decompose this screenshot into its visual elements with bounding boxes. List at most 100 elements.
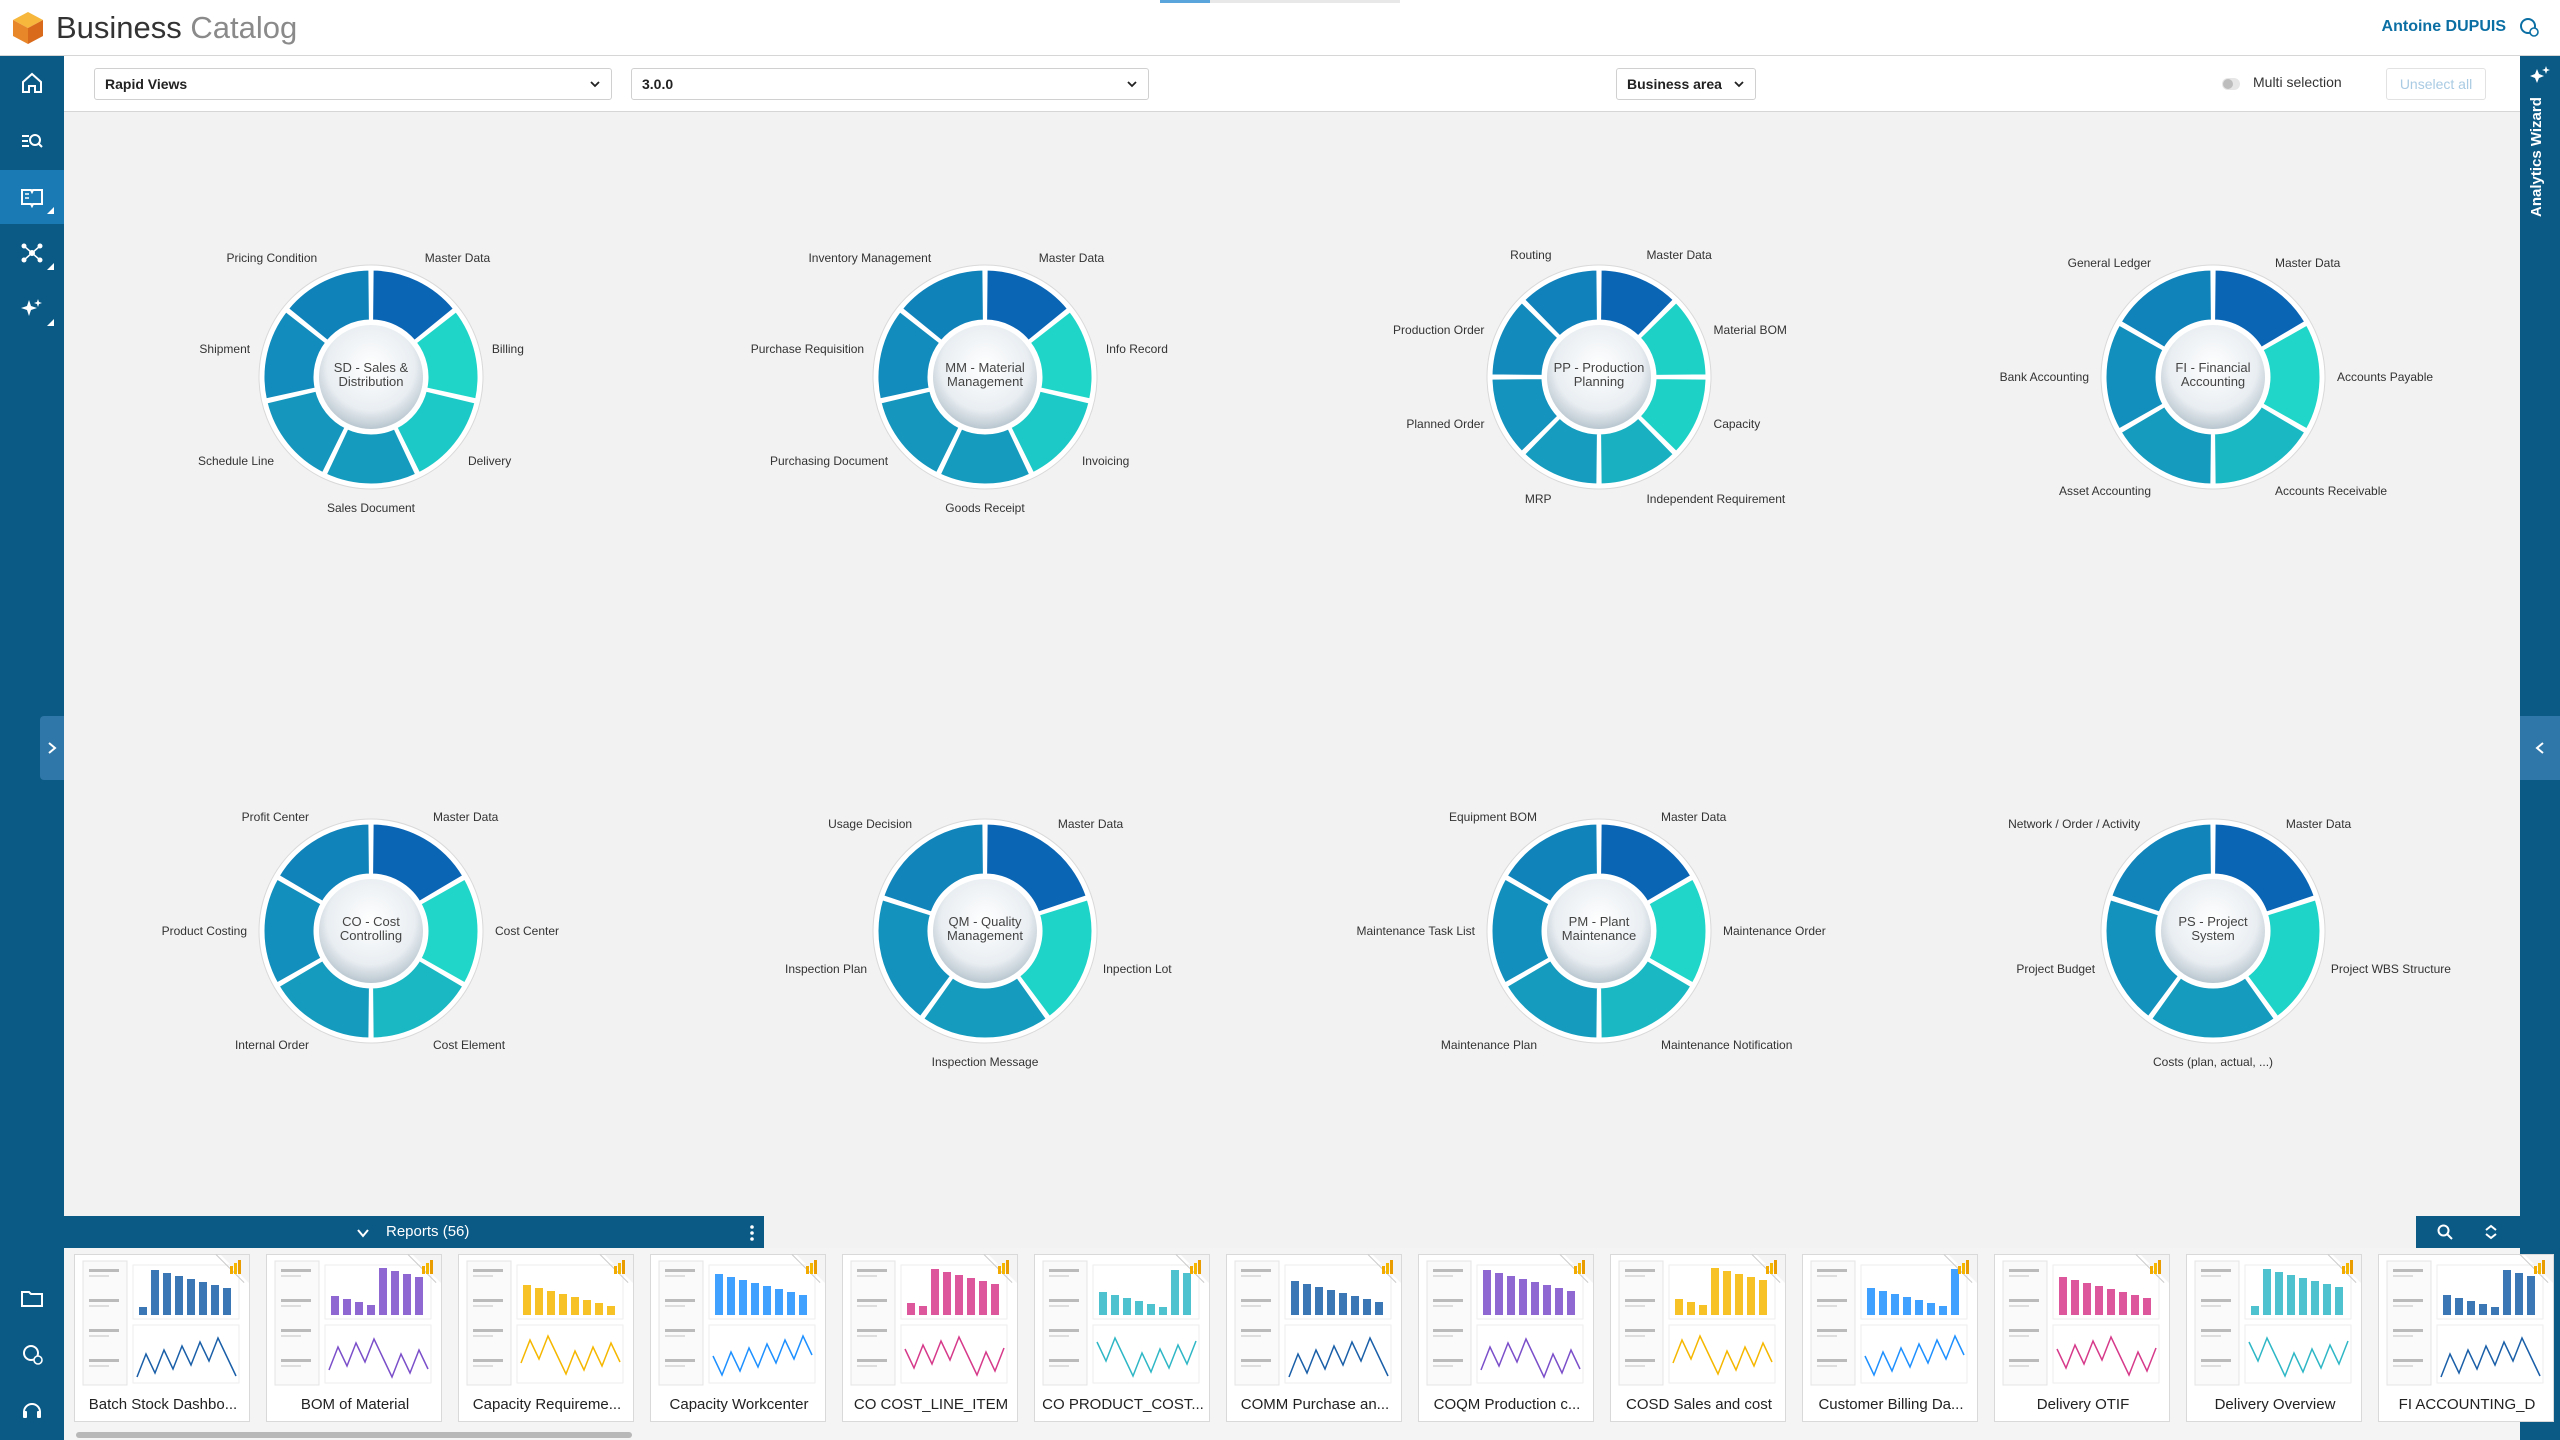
- wheel-segment-label[interactable]: Shipment: [199, 342, 250, 356]
- wheel-segment-label[interactable]: Accounts Payable: [2337, 370, 2433, 384]
- report-name: CO PRODUCT_COST...: [1042, 1396, 1204, 1413]
- report-card[interactable]: FI ACCOUNTING_D: [2378, 1254, 2554, 1422]
- unselect-all-button[interactable]: Unselect all: [2386, 68, 2486, 100]
- sparkle-icon: [21, 299, 42, 316]
- wheel-segment-label[interactable]: Purchase Requisition: [751, 342, 864, 356]
- report-name: COSD Sales and cost: [1626, 1396, 1772, 1413]
- business-area-select[interactable]: Business area: [1616, 68, 1756, 100]
- search-catalog-button[interactable]: [0, 114, 64, 168]
- wheel-segment-label[interactable]: Maintenance Task List: [1356, 924, 1475, 938]
- multi-selection-label: Multi selection: [2253, 74, 2342, 90]
- wheel-segment-label[interactable]: Goods Receipt: [945, 501, 1024, 515]
- report-card[interactable]: Batch Stock Dashbo...: [74, 1254, 250, 1422]
- more-vertical-icon[interactable]: [744, 1224, 760, 1242]
- wheel-center-label: PS - Project System: [2178, 914, 2248, 943]
- wheel-segment-label[interactable]: Info Record: [1106, 342, 1168, 356]
- wheel-center-label: SD - Sales & Distribution: [333, 360, 409, 389]
- wheel-center-label: PM - Plant Maintenance: [1561, 914, 1637, 943]
- report-type-icon: [230, 1260, 241, 1274]
- version-select-value: 3.0.0: [642, 76, 674, 92]
- view-select[interactable]: Rapid Views: [94, 68, 612, 100]
- report-card[interactable]: COQM Production c...: [1418, 1254, 1594, 1422]
- report-card[interactable]: CO PRODUCT_COST...: [1034, 1254, 1210, 1422]
- cube-logo-icon: [13, 12, 43, 44]
- chevron-down-icon: [1734, 81, 1744, 88]
- wheel-center-label: QM - Quality Management: [947, 914, 1023, 943]
- report-name: BOM of Material: [300, 1396, 410, 1413]
- home-button[interactable]: [0, 56, 64, 110]
- multi-selection-toggle[interactable]: [2222, 78, 2240, 90]
- report-name: Customer Billing Da...: [1818, 1396, 1964, 1413]
- wheel-segment-label[interactable]: Planned Order: [1406, 417, 1484, 431]
- wheel-segment-label[interactable]: Sales Document: [327, 501, 415, 515]
- business-catalog-button[interactable]: [0, 170, 64, 224]
- expand-left-panel-button[interactable]: [40, 716, 64, 780]
- expand-collapse-icon[interactable]: [2482, 1223, 2500, 1241]
- user-settings-icon[interactable]: [2518, 16, 2540, 38]
- report-name: Batch Stock Dashbo...: [88, 1396, 238, 1413]
- wheel-center-label: FI - Financial Accounting: [2175, 360, 2251, 389]
- report-card[interactable]: Capacity Requireme...: [458, 1254, 634, 1422]
- report-card[interactable]: COMM Purchase an...: [1226, 1254, 1402, 1422]
- analytics-wizard-tab[interactable]: Analytics Wizard: [2528, 92, 2552, 222]
- report-card[interactable]: Delivery OTIF: [1994, 1254, 2170, 1422]
- wheel-segment-label[interactable]: Project Budget: [2016, 962, 2095, 976]
- network-button[interactable]: [0, 226, 64, 280]
- report-card[interactable]: Delivery Overview: [2186, 1254, 2362, 1422]
- folder-button[interactable]: [0, 1270, 64, 1326]
- folder-icon: [21, 1291, 43, 1307]
- reports-scrollbar[interactable]: [76, 1432, 632, 1438]
- chevron-down-icon: [1127, 81, 1137, 88]
- business-area-canvas: Master Data Billing Delivery Sales Document…: [64, 112, 2520, 1216]
- support-button[interactable]: [0, 1382, 64, 1438]
- wheel-segment-label[interactable]: Inspection Message: [932, 1055, 1039, 1069]
- report-card[interactable]: Capacity Workcenter: [650, 1254, 826, 1422]
- chevron-left-icon: [2535, 742, 2544, 754]
- chevron-right-icon: [48, 742, 57, 754]
- wheel-segment-label[interactable]: Capacity: [1714, 417, 1761, 431]
- wheel-segment-label[interactable]: Inpection Lot: [1103, 962, 1172, 976]
- wheel-segment-label[interactable]: Maintenance Order: [1723, 924, 1826, 938]
- app-header: Business Catalog Antoine DUPUIS: [0, 0, 2560, 56]
- report-type-icon: [1574, 1260, 1585, 1274]
- wheel-center-label: PP - Production Planning: [1553, 360, 1645, 389]
- report-type-icon: [1958, 1260, 1969, 1274]
- area-select-value: Business area: [1627, 76, 1722, 92]
- wheel-segment-label[interactable]: Production Order: [1393, 323, 1484, 337]
- headset-icon: [23, 1403, 41, 1418]
- wheel-segment-label[interactable]: Material BOM: [1714, 323, 1787, 337]
- report-card[interactable]: BOM of Material: [266, 1254, 442, 1422]
- report-card[interactable]: CO COST_LINE_ITEM: [842, 1254, 1018, 1422]
- chevron-down-icon[interactable]: [356, 1226, 370, 1240]
- wheel-segment-label[interactable]: Inspection Plan: [785, 962, 867, 976]
- wheel-segment-label[interactable]: Billing: [492, 342, 524, 356]
- wizard-sparkle-icon[interactable]: [2528, 64, 2552, 88]
- report-name: CO COST_LINE_ITEM: [853, 1396, 1009, 1413]
- report-name: COQM Production c...: [1433, 1396, 1581, 1413]
- wheel-segment-label[interactable]: Costs (plan, actual, ...): [2153, 1055, 2273, 1069]
- ai-sparkle-button[interactable]: [0, 282, 64, 336]
- expand-right-panel-button[interactable]: [2520, 716, 2560, 780]
- report-type-icon: [2342, 1260, 2353, 1274]
- open-book-icon: [21, 189, 43, 209]
- reports-panel-header[interactable]: Reports (56): [64, 1216, 764, 1248]
- version-select[interactable]: 3.0.0: [631, 68, 1149, 100]
- wheel-segment-label[interactable]: Cost Center: [495, 924, 559, 938]
- report-type-icon: [2150, 1260, 2161, 1274]
- report-type-icon: [1190, 1260, 1201, 1274]
- wheel-segment-label[interactable]: Bank Accounting: [2000, 370, 2089, 384]
- view-select-value: Rapid Views: [105, 76, 188, 92]
- wheel-segment-label[interactable]: Product Costing: [162, 924, 247, 938]
- user-settings-button[interactable]: [0, 1326, 64, 1382]
- report-card[interactable]: COSD Sales and cost: [1610, 1254, 1786, 1422]
- search-icon[interactable]: [2436, 1223, 2454, 1241]
- wheel-segment-label[interactable]: Project WBS Structure: [2331, 962, 2451, 976]
- wheel-center-label: CO - Cost Controlling: [339, 914, 403, 943]
- report-type-icon: [1766, 1260, 1777, 1274]
- report-card[interactable]: Customer Billing Da...: [1802, 1254, 1978, 1422]
- report-name: FI ACCOUNTING_D: [2398, 1396, 2536, 1413]
- report-type-icon: [422, 1260, 433, 1274]
- reports-list: Batch Stock Dashbo... BOM of Material Capa…: [64, 1248, 2554, 1440]
- report-type-icon: [614, 1260, 625, 1274]
- user-name[interactable]: Antoine DUPUIS: [2382, 18, 2506, 36]
